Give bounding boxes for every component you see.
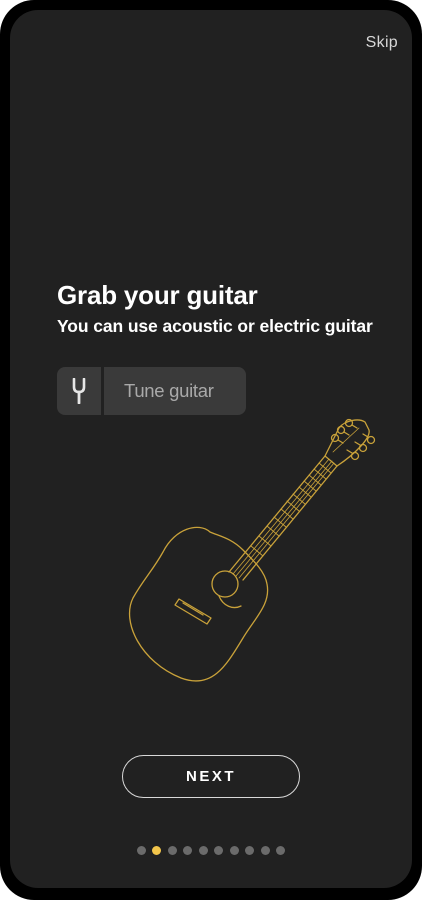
next-button[interactable]: NEXT (122, 755, 300, 798)
page-dot[interactable] (183, 846, 193, 855)
page-dot[interactable] (136, 846, 146, 855)
page-dot[interactable] (229, 846, 239, 855)
page-subtitle: You can use acoustic or electric guitar (57, 316, 373, 336)
page-dot[interactable] (276, 846, 286, 855)
page-dot[interactable] (214, 846, 224, 855)
phone-frame: Skip Grab your guitar You can use acoust… (0, 0, 422, 900)
page-dot[interactable] (198, 846, 208, 855)
skip-button[interactable]: Skip (366, 34, 398, 52)
tuning-fork-icon (57, 367, 104, 415)
page-title: Grab your guitar (57, 280, 258, 310)
page-dot[interactable] (167, 846, 177, 855)
page-dot[interactable] (152, 846, 162, 855)
page-dot[interactable] (245, 846, 255, 855)
page-indicator (10, 846, 412, 855)
screen: Skip Grab your guitar You can use acoust… (10, 10, 412, 888)
acoustic-guitar-illustration (128, 418, 376, 682)
page-dot[interactable] (260, 846, 270, 855)
